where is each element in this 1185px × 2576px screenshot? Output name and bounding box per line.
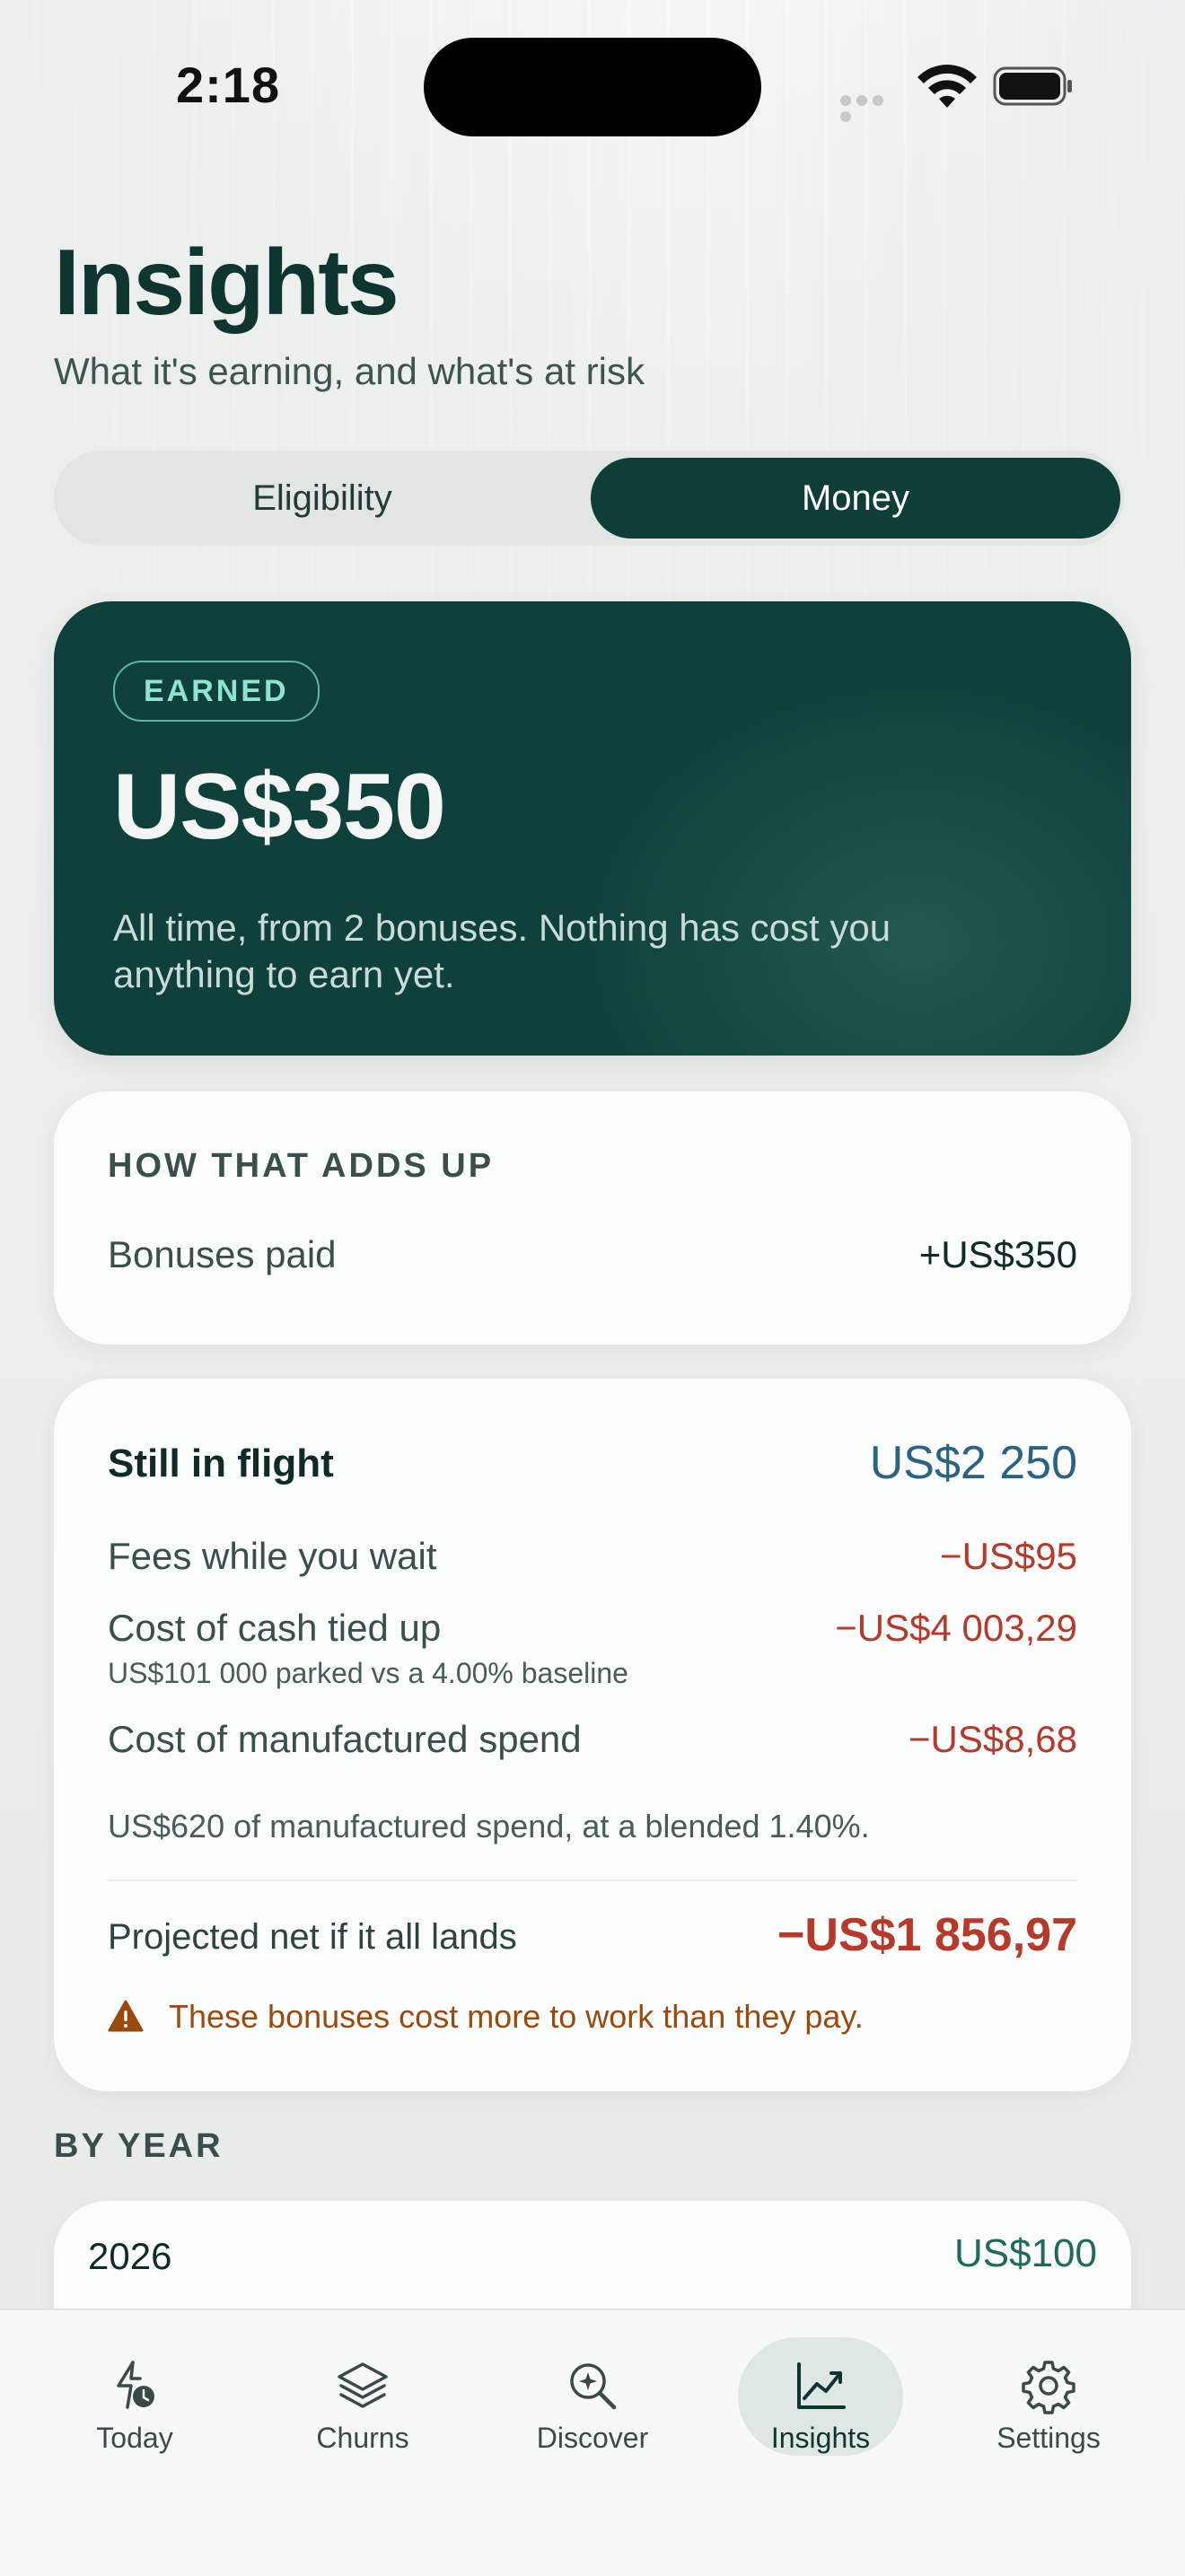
tab-churns[interactable]: Churns [282,2337,443,2463]
tab-discover-label: Discover [536,2422,649,2454]
earned-badge: EARNED [113,661,320,722]
tab-insights[interactable]: Insights [738,2337,903,2456]
tab-insights-label: Insights [770,2422,871,2454]
bonuses-paid-label: Bonuses paid [108,1233,337,1275]
tab-bar: Today Churns Discover Insights Settings [0,2309,1185,2576]
in-flight-total: US$2 250 [869,1437,1077,1489]
warning-icon [108,2000,144,2032]
tab-churns-label: Churns [316,2422,409,2454]
tab-today[interactable]: Today [54,2337,215,2463]
in-flight-card: Still in flight US$2 250 Fees while you … [54,1379,1131,2091]
gear-icon [1022,2361,1075,2414]
fees-label: Fees while you wait [108,1535,437,1577]
chart-trend-icon [797,2362,846,2409]
adds-up-card: HOW THAT ADDS UP Bonuses paid +US$350 [54,1091,1131,1345]
earned-summary-card: EARNED US$350 All time, from 2 bonuses. … [54,601,1131,1056]
adds-up-heading: HOW THAT ADDS UP [108,1147,495,1185]
page-title: Insights [54,231,399,335]
warning-text: These bonuses cost more to work than the… [169,1998,864,2035]
bonuses-paid-value: +US$350 [918,1233,1077,1275]
year-value: US$100 [953,2231,1097,2275]
cash-tied-value: −US$4 003,29 [835,1607,1077,1649]
view-segmented-control: Eligibility Money [54,451,1124,546]
cellular-signal-icon [840,94,903,122]
tab-discover[interactable]: Discover [512,2337,673,2463]
segment-eligibility[interactable]: Eligibility [57,458,587,539]
manufactured-spend-value: −US$8,68 [908,1718,1077,1760]
manufactured-spend-label: Cost of manufactured spend [108,1718,582,1760]
status-time: 2:18 [176,57,281,113]
by-year-heading: BY YEAR [54,2127,224,2165]
layers-icon [338,2362,388,2408]
fees-value: −US$95 [940,1535,1077,1577]
spend-note: US$620 of manufactured spend, at a blend… [108,1808,870,1844]
tab-settings-label: Settings [996,2422,1101,2454]
projected-net-value: −US$1 856,97 [777,1909,1077,1961]
earned-description: All time, from 2 bonuses. Nothing has co… [113,907,891,995]
tab-settings[interactable]: Settings [968,2337,1129,2463]
tab-today-label: Today [96,2422,173,2454]
projected-net-label: Projected net if it all lands [108,1917,517,1957]
earned-amount: US$350 [113,755,446,859]
in-flight-title: Still in flight [108,1441,334,1485]
cash-tied-label: Cost of cash tied up [108,1607,442,1649]
cash-tied-note: US$101 000 parked vs a 4.00% baseline [108,1657,628,1689]
page-subtitle: What it's earning, and what's at risk [54,350,645,392]
segment-money[interactable]: Money [591,458,1120,539]
wifi-icon [917,65,977,108]
battery-icon [993,66,1072,106]
divider [108,1879,1077,1881]
bolt-clock-icon [117,2361,154,2409]
dynamic-island [424,38,761,136]
magnifier-sparkle-icon [570,2363,617,2410]
year-label: 2026 [88,2235,172,2277]
